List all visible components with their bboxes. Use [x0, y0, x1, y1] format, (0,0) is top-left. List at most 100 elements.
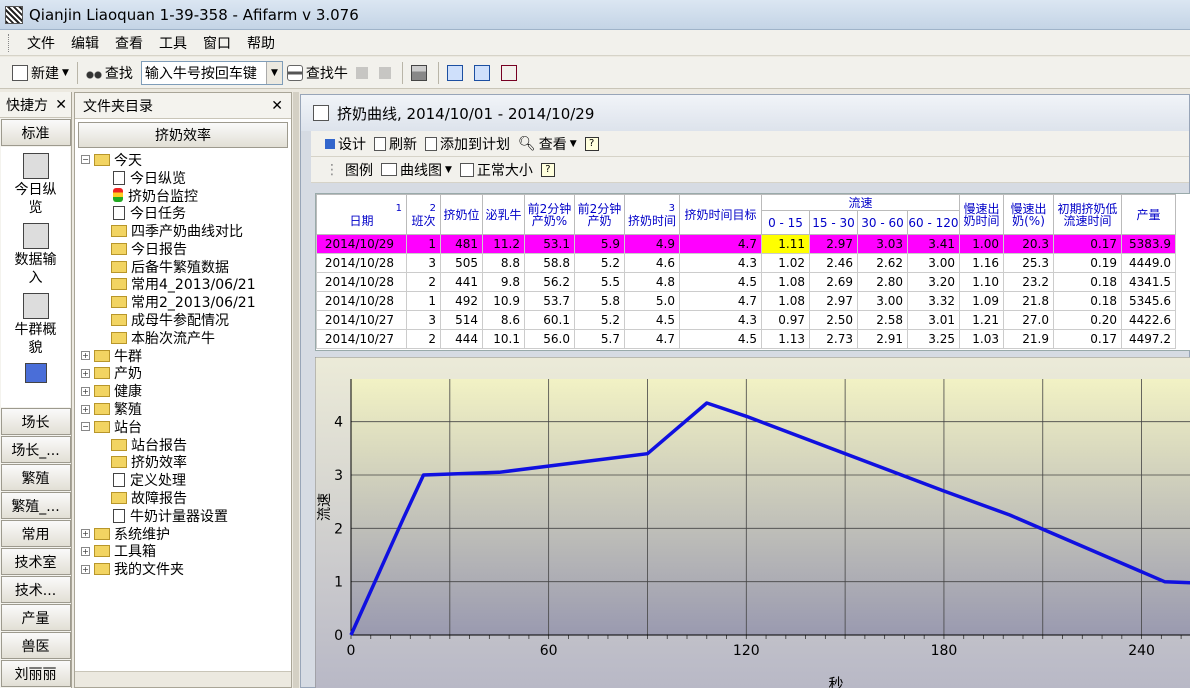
find-cow-button[interactable]: 查找牛	[283, 61, 352, 85]
col-stall[interactable]: 挤奶位	[440, 194, 483, 235]
refresh-button[interactable]: 刷新	[370, 132, 421, 156]
tree-node[interactable]: 牛奶计量器设置	[81, 507, 291, 525]
find-button[interactable]: 查找	[82, 61, 137, 85]
tree-node[interactable]: − 站台	[81, 418, 291, 436]
menu-tools[interactable]: 工具	[151, 33, 195, 53]
table-row[interactable]: 2014/10/27 2 444 10.1 56.0 5.7 4.7 4.5 1.13 2.73 2…	[316, 329, 1176, 349]
tree-node[interactable]: 故障报告	[81, 489, 291, 507]
table-row[interactable]: 2014/10/27 3 514 8.6 60.1 5.2 4.5 4.3 0.97 2.50 2.…	[316, 310, 1176, 330]
new-button[interactable]: 新建 ▼	[8, 61, 73, 85]
tree-node[interactable]: + 工具箱	[81, 543, 291, 560]
expand-icon[interactable]: +	[81, 529, 90, 539]
normal-size-button[interactable]: 正常大小	[456, 158, 537, 182]
col-flow-60-120[interactable]: 60 - 120	[907, 210, 960, 235]
expand-icon[interactable]: +	[81, 564, 90, 574]
tree-node[interactable]: 站台报告	[81, 436, 291, 454]
help-icon[interactable]: ?	[584, 136, 599, 151]
col-flow-15-30[interactable]: 15 - 30	[809, 210, 858, 235]
col-lactating[interactable]: 泌乳牛	[482, 194, 525, 235]
col-date[interactable]: 1 日期	[316, 194, 407, 235]
view-button[interactable]: 🔍︎ 查看 ▼	[514, 132, 581, 156]
quick-item-more[interactable]	[1, 357, 70, 385]
table-row[interactable]: 2014/10/29 1 481 11.2 53.1 5.9 4.9 4.7 1.11 2.97 3…	[316, 234, 1176, 254]
cow-number-input[interactable]	[141, 61, 266, 84]
tree-node[interactable]: 本胎次流产牛	[81, 329, 291, 347]
group-button[interactable]: 常用	[0, 520, 71, 547]
quick-item-data-input[interactable]: 数据输入	[1, 217, 70, 287]
col-first2min-milk[interactable]: 前2分钟产奶	[574, 194, 625, 235]
group-button[interactable]: 技术室	[0, 548, 71, 575]
group-button[interactable]: 刘丽丽	[0, 660, 71, 687]
expand-icon[interactable]: +	[81, 404, 90, 414]
menu-file[interactable]: 文件	[19, 33, 63, 53]
close-icon[interactable]: ✕	[271, 98, 283, 114]
group-button[interactable]: 场长_...	[0, 436, 71, 463]
tree-node[interactable]: 常用4_2013/06/21	[81, 276, 291, 293]
close-icon[interactable]: ✕	[55, 97, 67, 113]
tree-node[interactable]: − 今天	[81, 151, 291, 169]
tree-node[interactable]: 今日报告	[81, 240, 291, 258]
col-shift[interactable]: 2 班次	[406, 194, 441, 235]
group-button[interactable]: 产量	[0, 604, 71, 631]
table-row[interactable]: 2014/10/28 2 441 9.8 56.2 5.5 4.8 4.5 1.08 2.69 2.…	[316, 272, 1176, 292]
tree-node[interactable]: 今日纵览	[81, 169, 291, 187]
current-folder-button[interactable]: 挤奶效率	[78, 122, 288, 148]
expand-icon[interactable]: +	[81, 386, 90, 396]
group-button[interactable]: 繁殖_...	[0, 492, 71, 519]
table-row[interactable]: 2014/10/28 1 492 10.9 53.7 5.8 5.0 4.7 1.08 2.97 3…	[316, 291, 1176, 311]
expand-icon[interactable]: +	[81, 546, 90, 556]
curve-type-button[interactable]: 曲线图 ▼	[377, 158, 456, 182]
menu-window[interactable]: 窗口	[195, 33, 239, 53]
tree-node[interactable]: 挤奶台监控	[81, 187, 291, 205]
col-slow-pct[interactable]: 慢速出奶(%)	[1003, 194, 1054, 235]
tree-node[interactable]: 挤奶效率	[81, 454, 291, 471]
col-first2min-pct[interactable]: 前2分钟产奶%	[524, 194, 575, 235]
print-button[interactable]	[407, 61, 434, 85]
group-button[interactable]: 场长	[0, 408, 71, 435]
legend-button[interactable]: ⋮ 图例	[321, 158, 377, 182]
col-flow-group[interactable]: 流速	[761, 194, 960, 211]
help-icon[interactable]: ?	[540, 162, 555, 177]
col-slow-out[interactable]: 慢速出奶时间	[959, 194, 1004, 235]
cascade-window-button[interactable]	[470, 61, 497, 85]
tree-node[interactable]: + 我的文件夹	[81, 560, 291, 578]
table-row[interactable]: 2014/10/28 3 505 8.8 58.8 5.2 4.6 4.3 1.02 2.46 2.…	[316, 253, 1176, 273]
quick-item-herd-overview[interactable]: 牛群概貌	[1, 287, 70, 357]
tree-node[interactable]: 定义处理	[81, 471, 291, 489]
tree-node[interactable]: + 繁殖	[81, 400, 291, 418]
chevron-down-icon[interactable]: ▼	[265, 61, 282, 84]
col-flow-30-60[interactable]: 30 - 60	[857, 210, 908, 235]
group-button[interactable]: 技术...	[0, 576, 71, 603]
collapse-icon[interactable]: −	[81, 155, 90, 165]
col-init-low-flow[interactable]: 初期挤奶低流速时间	[1053, 194, 1122, 235]
quick-item-today-overview[interactable]: 今日纵览	[1, 147, 70, 217]
find-previous-button[interactable]	[352, 61, 375, 85]
horizontal-scrollbar[interactable]	[75, 671, 291, 687]
group-button[interactable]: 兽医	[0, 632, 71, 659]
design-button[interactable]: 设计	[321, 132, 370, 156]
col-yield[interactable]: 产量	[1121, 194, 1176, 235]
tree-node[interactable]: 四季产奶曲线对比	[81, 222, 291, 240]
tree-node[interactable]: 后备牛繁殖数据	[81, 258, 291, 276]
col-flow-0-15[interactable]: 0 - 15	[761, 210, 810, 235]
col-milk-time[interactable]: 3 挤奶时间	[624, 194, 680, 235]
tree-node[interactable]: + 健康	[81, 382, 291, 400]
panel-splitter[interactable]	[293, 92, 299, 688]
add-to-plan-button[interactable]: 添加到计划	[421, 132, 514, 156]
menu-help[interactable]: 帮助	[239, 33, 283, 53]
group-button[interactable]: 繁殖	[0, 464, 71, 491]
standard-group-button[interactable]: 标准	[0, 119, 71, 146]
expand-icon[interactable]: +	[81, 368, 90, 378]
tree-node[interactable]: + 系统维护	[81, 525, 291, 543]
tree-node[interactable]: + 产奶	[81, 365, 291, 382]
cow-number-combo[interactable]: ▼	[140, 60, 283, 85]
tree-node[interactable]: 成母牛参配情况	[81, 311, 291, 329]
tree-node[interactable]: 今日任务	[81, 204, 291, 222]
col-milk-time-target[interactable]: 挤奶时间目标	[679, 194, 762, 235]
tree-node[interactable]: + 牛群	[81, 347, 291, 365]
expand-icon[interactable]: +	[81, 351, 90, 361]
collapse-icon[interactable]: −	[81, 422, 90, 432]
manual-button[interactable]	[497, 61, 524, 85]
find-next-button[interactable]	[375, 61, 398, 85]
menu-edit[interactable]: 编辑	[63, 33, 107, 53]
